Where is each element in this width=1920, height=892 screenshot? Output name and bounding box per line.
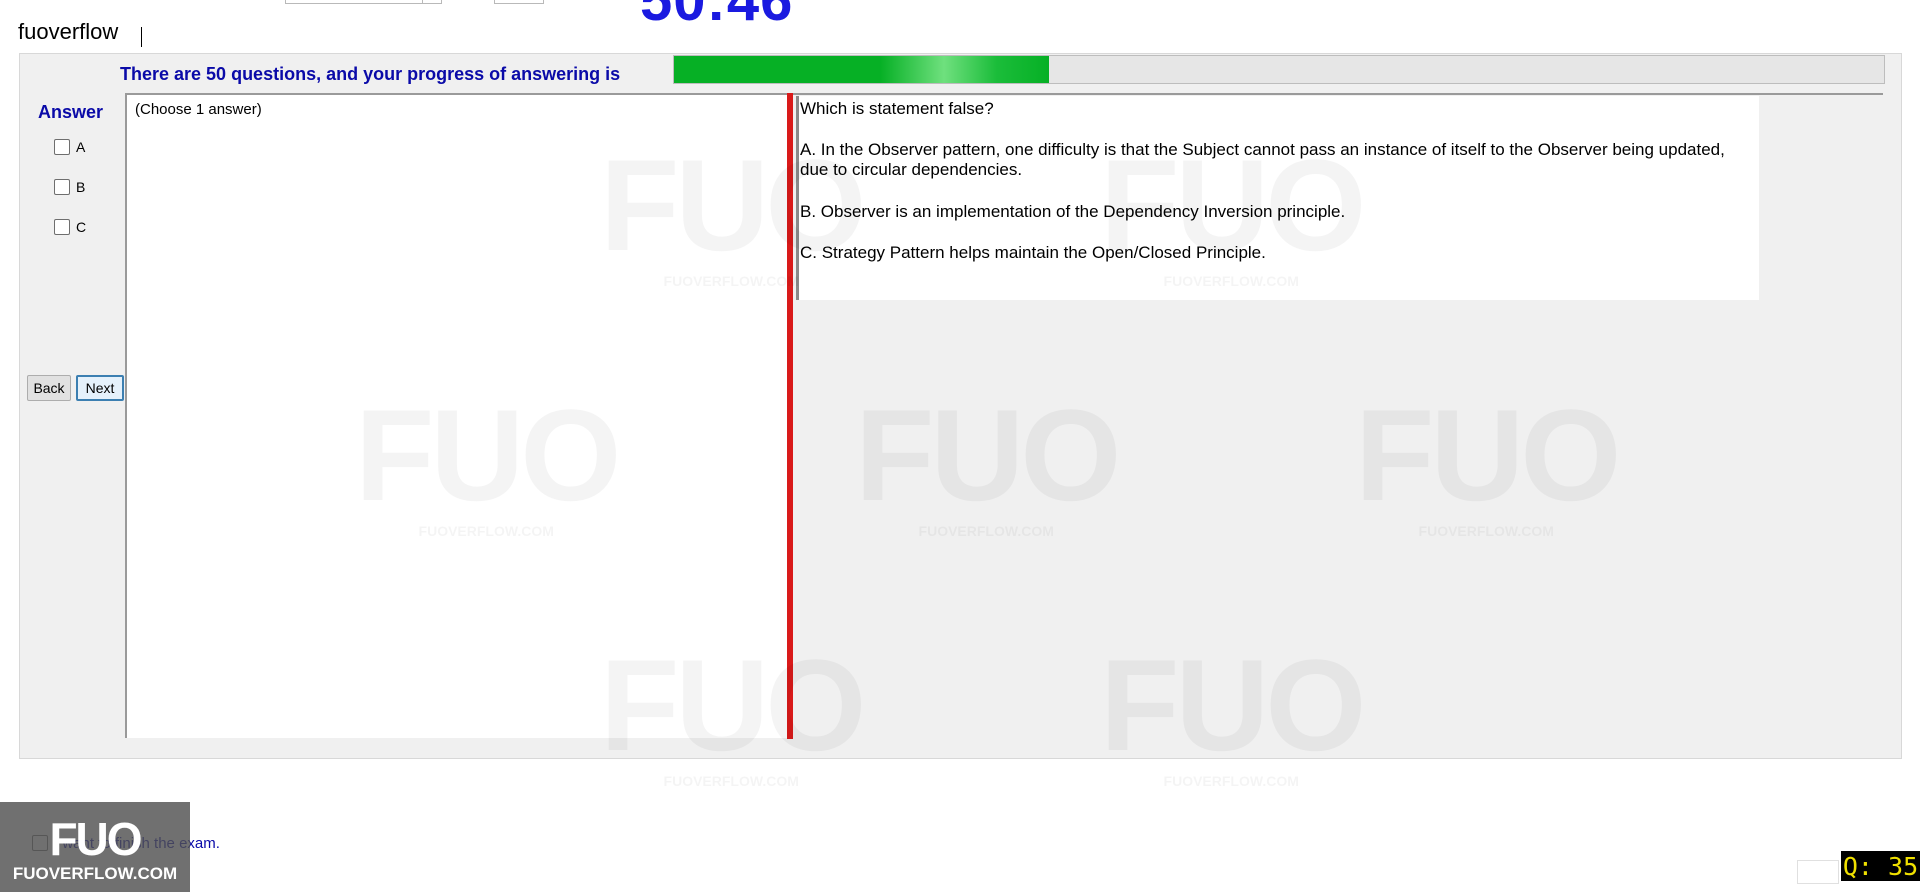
option-c-checkbox[interactable] [54,219,70,235]
progress-label: There are 50 questions, and your progres… [120,64,621,84]
option-c[interactable]: C [54,218,86,236]
logo-mark: FUO [49,813,142,865]
back-button[interactable]: Back [27,375,71,401]
question-stem: Which is statement false? [800,99,994,118]
choose-hint: (Choose 1 answer) [135,101,262,118]
bottom-input[interactable] [1797,860,1839,884]
brand-label: fuoverflow [18,19,119,44]
top-dropdown[interactable] [285,0,442,4]
option-a-label: A [76,139,86,155]
watermark: FUOFUOVERFLOW.COM [1355,390,1621,538]
option-b[interactable]: B [54,178,85,196]
answer-title: Answer [38,102,104,122]
top-small-box[interactable] [494,0,544,4]
option-b-label: B [76,179,86,195]
watermark: FUOFUOVERFLOW.COM [600,640,866,788]
option-a[interactable]: A [54,138,85,156]
next-button[interactable]: Next [76,375,124,401]
exam-timer: 50:46 [640,0,794,33]
logo-text: FUOVERFLOW.COM [12,864,178,883]
option-c-label: C [76,219,87,235]
watermark: FUOFUOVERFLOW.COM [355,390,621,538]
progress-bar [673,55,1885,84]
watermark: FUOFUOVERFLOW.COM [600,140,866,288]
dropdown-arrow[interactable] [422,0,441,3]
watermark: FUOFUOVERFLOW.COM [855,390,1121,538]
question-counter: Q: 35 [1841,851,1920,881]
text-caret [141,27,142,47]
option-b-checkbox[interactable] [54,179,70,195]
progress-fill [674,56,1050,83]
watermark: FUOFUOVERFLOW.COM [1100,640,1366,788]
fuoverflow-logo: FUO FUOVERFLOW.COM [0,802,190,892]
watermark: FUOFUOVERFLOW.COM [1100,140,1366,288]
option-a-checkbox[interactable] [54,139,70,155]
